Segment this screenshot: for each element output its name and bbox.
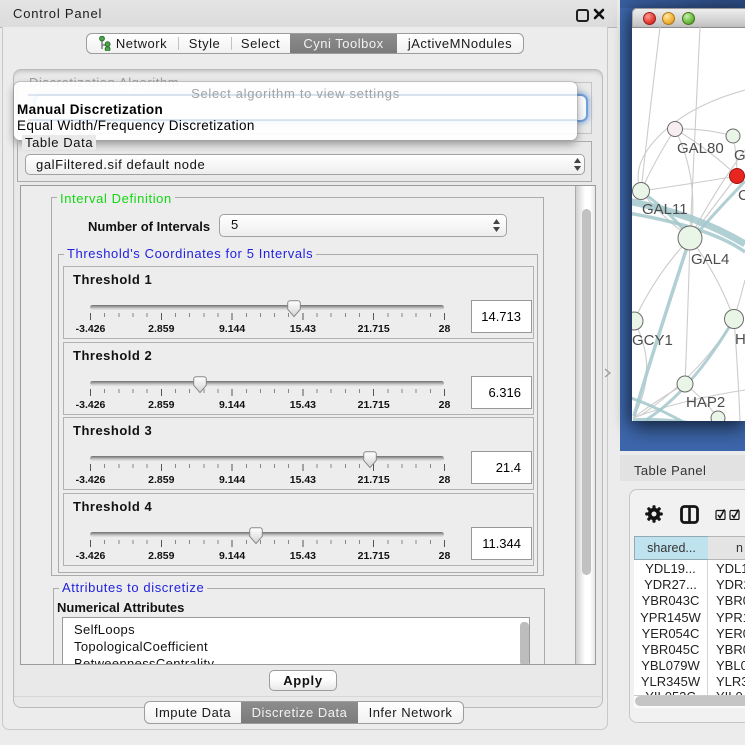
svg-text:HAP2: HAP2 [686, 394, 725, 411]
svg-text:GAL11: GAL11 [642, 201, 688, 218]
svg-text:H: H [735, 331, 745, 348]
svg-text:GCY1: GCY1 [632, 332, 673, 349]
svg-text:GAL80: GAL80 [677, 140, 724, 157]
svg-text:GAL4: GAL4 [691, 251, 729, 268]
svg-text:C: C [738, 187, 745, 204]
svg-text:GA: GA [734, 147, 745, 164]
